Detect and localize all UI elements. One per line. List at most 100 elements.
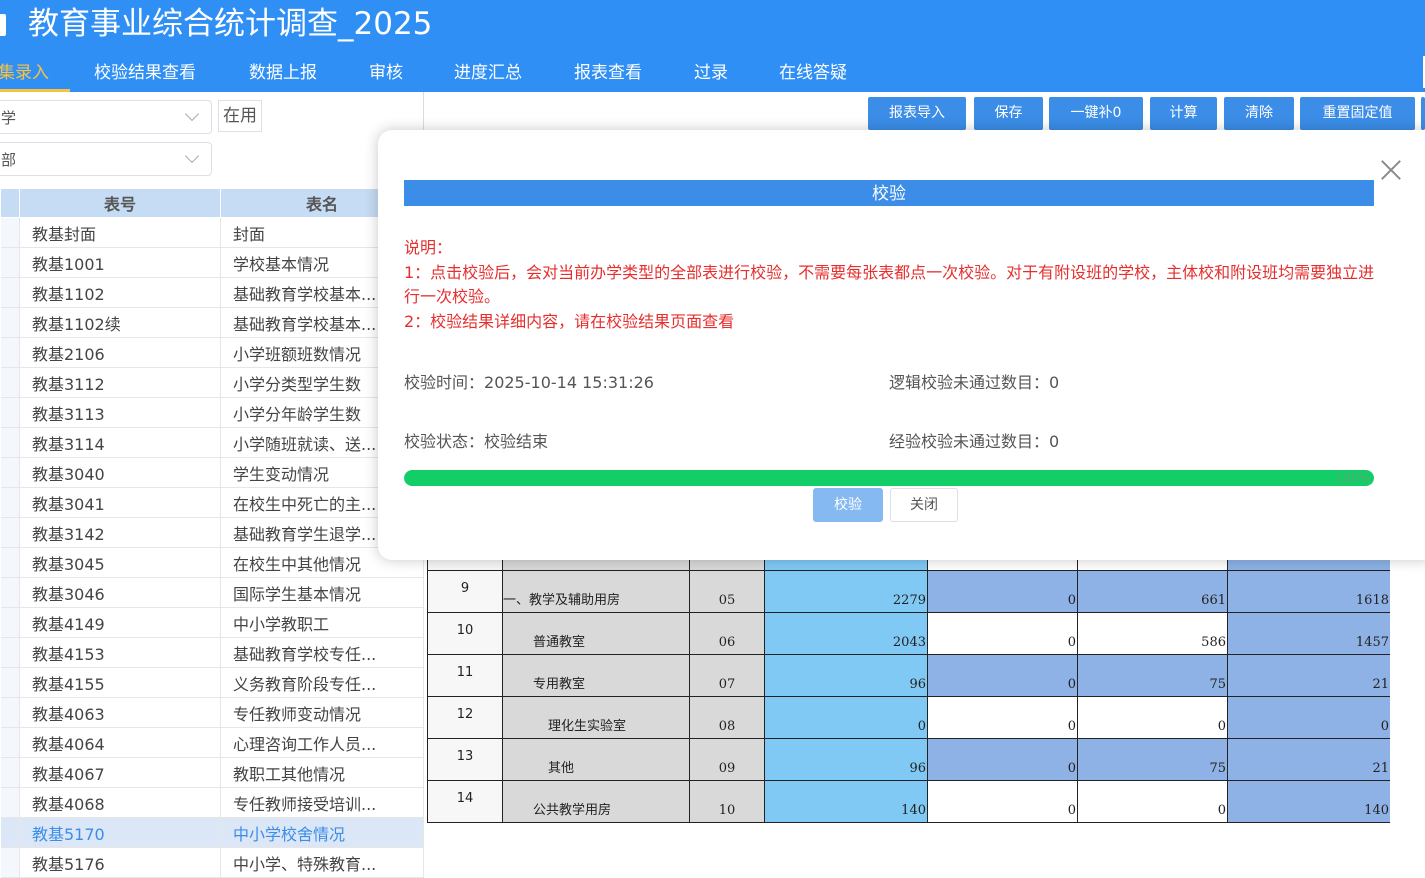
report-no: 教基1102续 [19,307,221,338]
grid-row-number: 14 [427,780,503,823]
grid-cell[interactable]: 0 [1077,780,1228,823]
grid-cell[interactable]: 0 [927,654,1078,697]
grid-cell[interactable]: 0 [1077,696,1228,739]
report-name: 基础教育学校专任... [220,637,424,668]
grid-cell[interactable]: 0 [927,612,1078,655]
grid-cell[interactable]: 0 [1227,696,1390,739]
grid-cell[interactable]: 140 [1227,780,1390,823]
report-no: 教基4068 [19,787,221,818]
grid-cell[interactable]: 586 [1077,612,1228,655]
table-row[interactable]: 教基4063 专任教师变动情况 [0,697,424,728]
school-type-select[interactable]: 学 [0,100,212,134]
clear-button[interactable]: 清除 [1224,97,1294,130]
report-no: 教基3142 [19,517,221,548]
nav-item-report-view[interactable]: 报表查看 [574,54,642,92]
grid-cell[interactable]: 661 [1077,570,1228,613]
table-row[interactable]: 教基3046 国际学生基本情况 [0,577,424,608]
dialog-title: 校验 [404,180,1374,206]
table-row[interactable]: 教基1102 基础教育学校基本... [0,277,424,308]
row-marker [0,847,20,878]
table-row[interactable]: 教基1102续 基础教育学校基本... [0,307,424,338]
grid-cell[interactable]: 0 [764,696,928,739]
table-row[interactable]: 教基4067 教职工其他情况 [0,757,424,788]
close-dialog-button[interactable]: 关闭 [890,488,958,522]
report-no: 教基3045 [19,547,221,578]
grid-cell[interactable]: 0 [927,696,1078,739]
save-button[interactable]: 保存 [974,97,1043,130]
row-marker [0,787,20,818]
grid-item-name: 专用教室 [502,654,690,697]
grid-cell[interactable]: 0 [927,738,1078,781]
nav-item-transcribe[interactable]: 过录 [694,54,728,92]
report-no: 教基1001 [19,247,221,278]
table-row[interactable]: 教基4153 基础教育学校专任... [0,637,424,668]
table-row[interactable]: 教基1001 学校基本情况 [0,247,424,278]
table-row[interactable]: 教基4068 专任教师接受培训... [0,787,424,818]
table-row[interactable]: 教基3114 小学随班就读、送... [0,427,424,458]
row-marker [0,247,20,278]
experience-fail-count: 经验校验未通过数目：0 [889,428,1059,452]
verify-state-label: 校验状态： [404,432,485,451]
fill-zero-button[interactable]: 一键补0 [1049,97,1143,130]
header-blank [0,188,20,218]
table-row[interactable]: 教基3040 学生变动情况 [0,457,424,488]
grid-row-number: 11 [427,654,503,697]
report-no: 教基2106 [19,337,221,368]
table-row[interactable]: 教基5170 中小学校舍情况 [0,817,424,848]
report-name: 教职工其他情况 [220,757,424,788]
grid-cell[interactable]: 140 [764,780,928,823]
grid-cell[interactable]: 1618 [1227,570,1390,613]
report-no: 教基4149 [19,607,221,638]
grid-cell[interactable]: 2279 [764,570,928,613]
table-row[interactable]: 教基3045 在校生中其他情况 [0,547,424,578]
table-row[interactable]: 教基3041 在校生中死亡的主... [0,487,424,518]
report-table-list: 表号 表名 教基封面 封面 教基1001 学校基本情况 教基1102 基础教育学校基本..… [0,188,424,878]
table-row[interactable]: 教基2106 小学班额班数情况 [0,337,424,368]
table-row[interactable]: 教基封面 封面 [0,217,424,248]
verify-state: 校验状态：校验结束 [404,428,548,452]
data-grid: 9 一、教学及辅助用房 05 2279 0 661 1618 10 普通教室 06 2043 0 586… [427,528,1390,833]
department-select[interactable]: 部 [0,142,212,176]
nav-item-report-upload[interactable]: 数据上报 [249,54,317,92]
report-name: 专任教师变动情况 [220,697,424,728]
nav-item-review[interactable]: 审核 [369,54,403,92]
table-row[interactable]: 教基3142 基础教育学生退学... [0,517,424,548]
calculate-button[interactable]: 计算 [1150,97,1217,130]
reset-fixed-button[interactable]: 重置固定值 [1300,97,1415,130]
table-row[interactable]: 教基4064 心理咨询工作人员... [0,727,424,758]
grid-cell[interactable]: 21 [1227,738,1390,781]
grid-cell[interactable]: 75 [1077,654,1228,697]
nav-item-progress[interactable]: 进度汇总 [454,54,522,92]
import-report-button[interactable]: 报表导入 [868,97,966,130]
grid-cell[interactable]: 75 [1077,738,1228,781]
note-line-1: 1：点击校验后，会对当前办学类型的全部表进行校验，不需要每张表都点一次校验。对于… [404,262,1375,307]
grid-item-code: 06 [689,612,765,655]
nav-item-check-results[interactable]: 校验结果查看 [94,54,196,92]
table-row[interactable]: 教基3112 小学分类型学生数 [0,367,424,398]
nav-item-online-qa[interactable]: 在线答疑 [779,54,847,92]
table-row[interactable]: 教基4149 中小学教职工 [0,607,424,638]
close-icon[interactable] [1380,159,1402,181]
table-row[interactable]: 教基4155 义务教育阶段专任... [0,667,424,698]
report-no: 教基3041 [19,487,221,518]
grid-cell[interactable]: 0 [927,570,1078,613]
verify-time-value: 2025-10-14 15:31:26 [484,373,654,392]
grid-cell[interactable]: 2043 [764,612,928,655]
department-value: 部 [1,151,17,169]
more-toolbar-button[interactable] [1421,97,1425,130]
table-row[interactable]: 教基3113 小学分年龄学生数 [0,397,424,428]
grid-cell[interactable]: 0 [927,780,1078,823]
row-marker [0,307,20,338]
nav-item-data-entry[interactable]: 集录入 [0,54,70,92]
grid-cell[interactable]: 96 [764,654,928,697]
grid-cell[interactable]: 21 [1227,654,1390,697]
grid-cell[interactable]: 1457 [1227,612,1390,655]
grid-cell[interactable]: 96 [764,738,928,781]
table-row[interactable]: 教基5176 中小学、特殊教育... [0,847,424,878]
report-name: 国际学生基本情况 [220,577,424,608]
report-no: 教基4067 [19,757,221,788]
progress-fill [404,470,1374,486]
verify-button[interactable]: 校验 [813,488,883,522]
logic-fail-label: 逻辑校验未通过数目： [889,373,1050,392]
report-no: 教基封面 [19,217,221,248]
